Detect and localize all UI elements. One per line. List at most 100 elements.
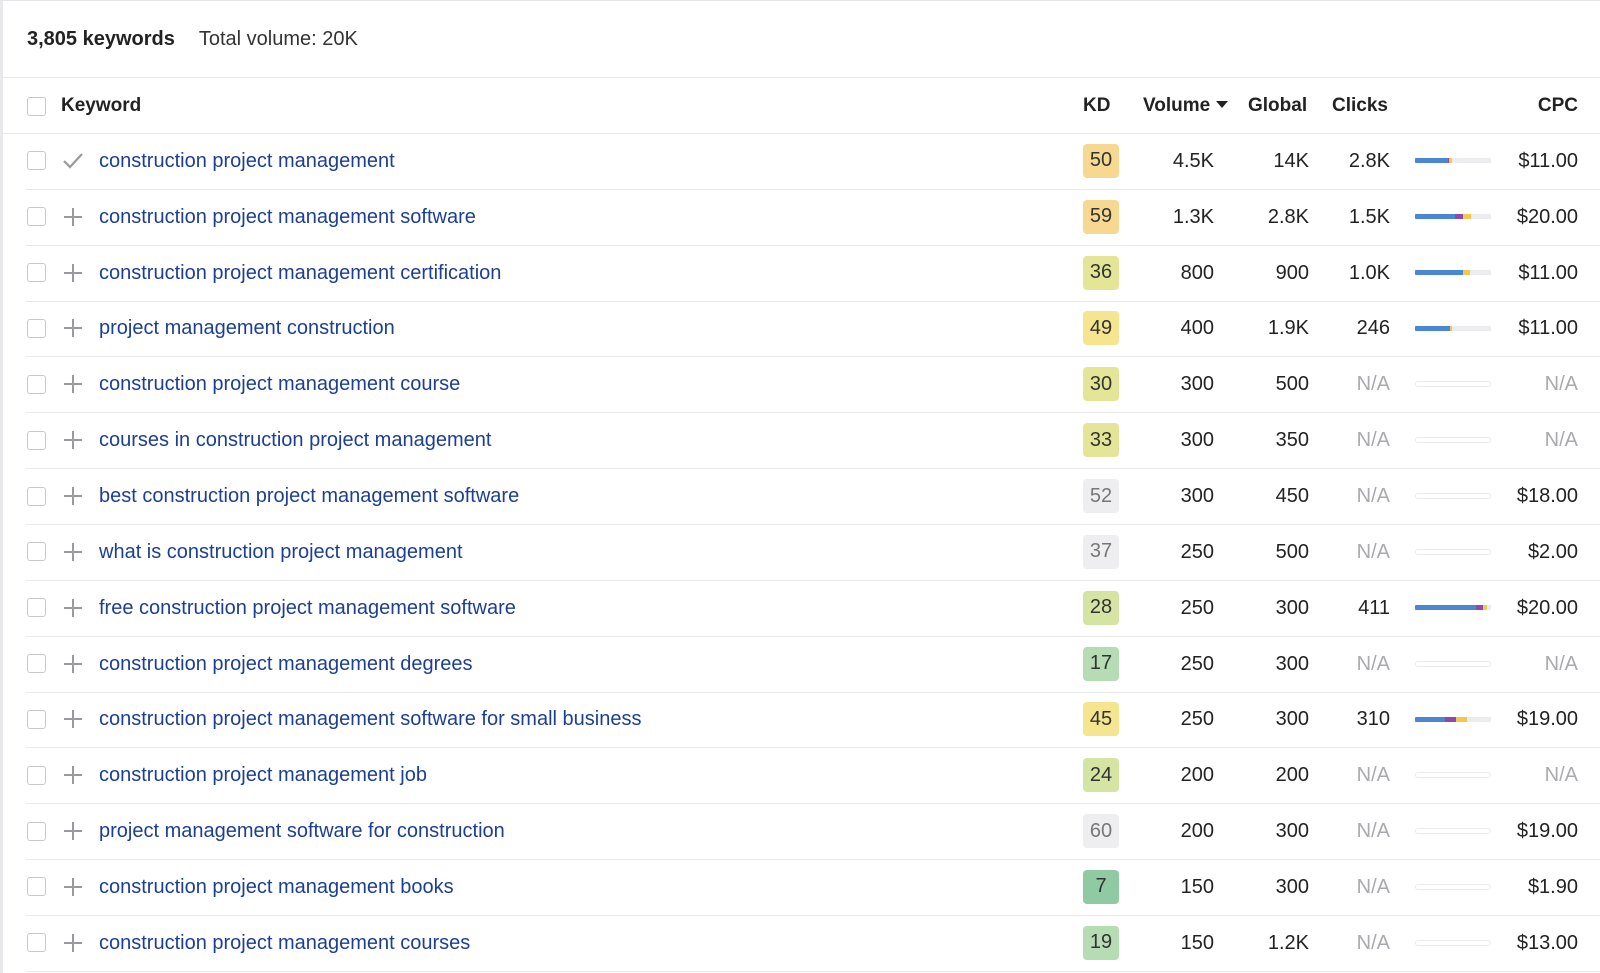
add-icon[interactable] — [61, 931, 85, 955]
keyword-link[interactable]: construction project management job — [99, 763, 427, 787]
column-header-cpc[interactable]: CPC — [1538, 95, 1578, 117]
global-value: 500 — [1275, 373, 1309, 396]
clicks-value: 1.5K — [1348, 205, 1390, 228]
keyword-link[interactable]: construction project management courses — [99, 931, 470, 955]
column-header-kd[interactable]: KD — [1083, 95, 1110, 117]
add-icon[interactable] — [61, 707, 85, 731]
row-checkbox[interactable] — [27, 821, 46, 841]
add-icon[interactable] — [61, 596, 85, 620]
kd-badge: 36 — [1083, 255, 1119, 290]
kd-badge: 52 — [1083, 479, 1119, 514]
add-icon[interactable] — [61, 316, 85, 340]
global-value: 2.8K — [1267, 205, 1309, 228]
total-volume: Total volume: 20K — [198, 27, 358, 50]
add-icon[interactable] — [61, 819, 85, 843]
keyword-link[interactable]: construction project management degrees — [99, 652, 473, 676]
keyword-link[interactable]: what is construction project management — [99, 540, 463, 564]
row-checkbox[interactable] — [27, 709, 46, 729]
keyword-link[interactable]: best construction project management sof… — [99, 484, 519, 508]
column-header-clicks[interactable]: Clicks — [1332, 95, 1388, 117]
volume-value: 250 — [1180, 708, 1214, 731]
keyword-link[interactable]: construction project management software… — [99, 707, 641, 731]
column-header-volume[interactable]: Volume — [1143, 95, 1229, 117]
table-row: courses in construction project manageme… — [0, 412, 1600, 468]
clicks-distribution-bar-empty — [1415, 493, 1491, 500]
global-value: 1.2K — [1267, 931, 1309, 954]
clicks-distribution-bar-empty — [1415, 381, 1491, 388]
row-checkbox[interactable] — [27, 318, 46, 338]
clicks-distribution-bar — [1415, 325, 1491, 331]
bar-segment-organic — [1415, 270, 1463, 276]
keyword-link[interactable]: construction project management software — [99, 205, 476, 229]
select-all-checkbox[interactable] — [27, 97, 46, 116]
add-icon[interactable] — [61, 484, 85, 508]
clicks-value: N/A — [1356, 764, 1390, 787]
table-row: construction project management courses 1… — [0, 915, 1600, 971]
table-row: construction project management course 30… — [0, 356, 1600, 412]
add-icon[interactable] — [61, 261, 85, 285]
row-checkbox[interactable] — [27, 151, 46, 171]
volume-value: 250 — [1180, 540, 1214, 563]
add-icon[interactable] — [61, 875, 85, 899]
column-header-volume-label: Volume — [1143, 95, 1211, 116]
cpc-value: $13.00 — [1516, 931, 1578, 954]
clicks-distribution-bar — [1415, 270, 1491, 276]
keyword-link[interactable]: courses in construction project manageme… — [99, 428, 491, 452]
clicks-distribution-bar-empty — [1415, 437, 1491, 444]
keyword-link[interactable]: project management software for construc… — [99, 819, 505, 843]
check-icon[interactable] — [61, 149, 85, 173]
bar-segment-paid — [1454, 214, 1463, 220]
kd-badge: 17 — [1083, 646, 1119, 681]
kd-badge: 50 — [1083, 143, 1119, 178]
column-header-global[interactable]: Global — [1248, 95, 1307, 117]
table-row: construction project management software… — [0, 189, 1600, 245]
keyword-link[interactable]: free construction project management sof… — [99, 596, 516, 620]
row-checkbox[interactable] — [27, 654, 46, 674]
row-checkbox[interactable] — [27, 486, 46, 506]
cpc-value: N/A — [1544, 764, 1578, 787]
keyword-link[interactable]: construction project management certific… — [99, 261, 501, 285]
kd-badge: 24 — [1083, 758, 1119, 793]
clicks-value: N/A — [1356, 485, 1390, 508]
row-checkbox[interactable] — [27, 542, 46, 562]
row-checkbox[interactable] — [27, 263, 46, 283]
add-icon[interactable] — [61, 763, 85, 787]
clicks-value: 1.0K — [1348, 261, 1390, 284]
kd-badge: 45 — [1083, 702, 1119, 737]
clicks-value: N/A — [1356, 373, 1390, 396]
table-row: what is construction project management 3… — [0, 524, 1600, 580]
table-row: project management software for construc… — [0, 803, 1600, 859]
kd-badge: 19 — [1083, 925, 1119, 960]
row-checkbox[interactable] — [27, 207, 46, 227]
row-checkbox[interactable] — [27, 374, 46, 394]
table-row: construction project management degrees 1… — [0, 636, 1600, 692]
volume-value: 400 — [1180, 317, 1214, 340]
add-icon[interactable] — [61, 652, 85, 676]
kd-badge: 60 — [1083, 814, 1119, 849]
row-checkbox[interactable] — [27, 933, 46, 953]
row-checkbox[interactable] — [27, 877, 46, 897]
row-checkbox[interactable] — [27, 598, 46, 618]
cpc-value: $1.90 — [1527, 875, 1578, 898]
keyword-link[interactable]: construction project management course — [99, 372, 460, 396]
kd-badge: 30 — [1083, 367, 1119, 402]
row-checkbox[interactable] — [27, 430, 46, 450]
clicks-value: N/A — [1356, 429, 1390, 452]
add-icon[interactable] — [61, 372, 85, 396]
column-header-keyword[interactable]: Keyword — [61, 95, 141, 117]
keyword-link[interactable]: construction project management — [99, 149, 395, 173]
keyword-link[interactable]: project management construction — [99, 316, 395, 340]
table-row: construction project management software… — [0, 692, 1600, 748]
add-icon[interactable] — [61, 205, 85, 229]
row-checkbox[interactable] — [27, 765, 46, 785]
cpc-value: $19.00 — [1516, 820, 1578, 843]
volume-value: 150 — [1180, 931, 1214, 954]
cpc-value: $20.00 — [1516, 596, 1578, 619]
add-icon[interactable] — [61, 428, 85, 452]
cpc-value: N/A — [1544, 652, 1578, 675]
divider — [3, 77, 1600, 78]
add-icon[interactable] — [61, 540, 85, 564]
keyword-link[interactable]: construction project management books — [99, 875, 454, 899]
global-value: 300 — [1275, 596, 1309, 619]
bar-segment-other — [1483, 605, 1488, 611]
